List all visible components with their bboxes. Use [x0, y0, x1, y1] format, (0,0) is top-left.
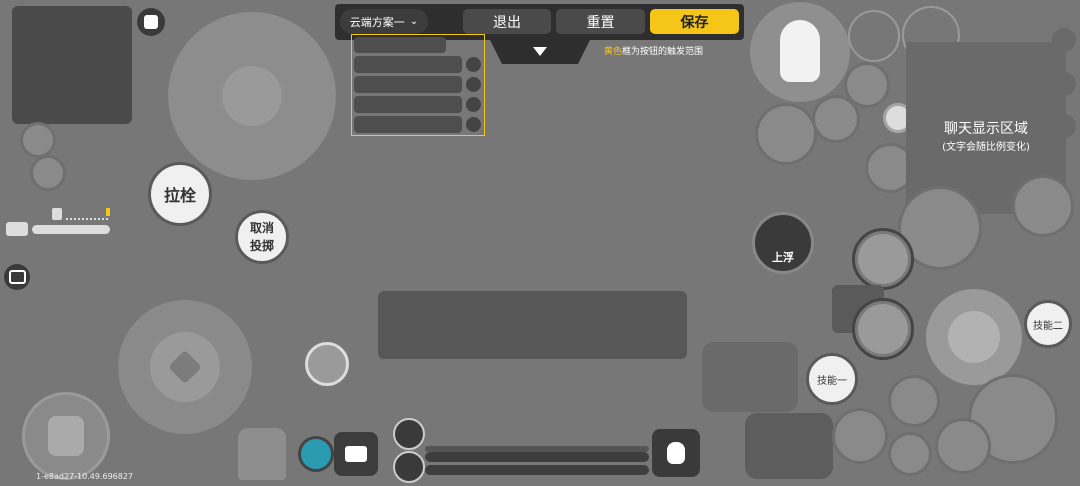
aim-button[interactable]: [750, 2, 850, 102]
scheme-label: 云端方案一: [349, 15, 405, 29]
chat-subtitle: (文字会随比例变化): [942, 142, 1030, 153]
health-bar: [32, 225, 110, 234]
weapon-slot-4[interactable]: [354, 116, 462, 133]
collapse-arrow-icon: [533, 47, 547, 56]
vehicle-icon: [6, 222, 28, 236]
ammo-bar-2: [425, 465, 649, 475]
cancel-throw-line1: 取消: [249, 221, 274, 235]
mic-icon[interactable]: [1052, 114, 1076, 138]
ghost-icon: [780, 20, 820, 82]
lungs-icon[interactable]: [305, 342, 349, 386]
bullet-icon: [222, 66, 282, 126]
seat-icon: [948, 311, 1000, 363]
crouch-stance-button[interactable]: [852, 298, 914, 360]
sprint-icon[interactable]: [20, 122, 56, 158]
medkit-button[interactable]: [334, 432, 378, 476]
skill-two-button[interactable]: 技能二: [1024, 300, 1072, 348]
right-fire-button[interactable]: [926, 289, 1022, 385]
medkit-icon: [345, 446, 367, 462]
weapon-slot-1[interactable]: [354, 56, 462, 73]
weapon-slots-panel[interactable]: [351, 34, 485, 136]
emote-icon[interactable]: [137, 8, 165, 36]
chevron-down-icon: ⌄: [409, 16, 419, 27]
weapon-slot-3[interactable]: [354, 96, 462, 113]
slot-dot-2: [466, 77, 481, 92]
grenade-button[interactable]: [652, 429, 700, 477]
climb-up-button[interactable]: [852, 228, 914, 290]
robot-icon[interactable]: [888, 432, 932, 476]
settings-gear-icon[interactable]: [1052, 28, 1076, 52]
ammo-bar-1: [425, 452, 649, 462]
cancel-throw-button[interactable]: 取消 投掷: [235, 210, 289, 264]
chat-title: 聊天显示区域: [944, 121, 1028, 137]
grenade-icon: [667, 442, 685, 464]
minimap-panel[interactable]: [12, 6, 132, 124]
peek-right-button[interactable]: [812, 95, 860, 143]
slot-dot-3: [466, 97, 481, 112]
crosshair-icon-1[interactable]: [848, 10, 900, 62]
scheme-select[interactable]: 云端方案一 ⌄: [340, 9, 428, 34]
movement-joystick[interactable]: [118, 300, 252, 434]
float-up-button[interactable]: 上浮: [752, 212, 814, 274]
backpack-button[interactable]: [22, 392, 110, 480]
reset-button[interactable]: 重置: [556, 9, 645, 34]
screenshot-camera-icon[interactable]: [4, 264, 30, 290]
lean-button[interactable]: [888, 375, 940, 427]
build-id: 1-e8ad27-10.49.696827: [36, 472, 134, 481]
pull-bolt-button[interactable]: 拉栓: [148, 162, 212, 226]
map-pin-icon[interactable]: [832, 408, 888, 464]
exit-button[interactable]: 退出: [463, 9, 551, 34]
slot-dot-4: [466, 117, 481, 132]
save-button[interactable]: 保存: [650, 9, 739, 34]
rush-button[interactable]: [935, 418, 991, 474]
helmet-icon: [393, 418, 425, 450]
center-info-panel: [378, 291, 687, 359]
armor-icon: [298, 436, 334, 472]
fire-button-area[interactable]: [168, 12, 336, 180]
prone-button[interactable]: [702, 342, 798, 412]
slot-dot-1: [466, 57, 481, 72]
crouch-button[interactable]: [238, 428, 286, 480]
vest-icon: [393, 451, 425, 483]
fuel-indicator: [52, 208, 110, 220]
backpack-icon: [48, 416, 84, 456]
exit-vehicle-icon[interactable]: [30, 155, 66, 191]
hint-body: 框为按钮的触发范围: [622, 47, 704, 57]
weapon-slot-2[interactable]: [354, 76, 462, 93]
speaker-icon[interactable]: [1052, 72, 1076, 96]
weapon-slot-top[interactable]: [354, 37, 446, 53]
jump-button[interactable]: [745, 413, 833, 479]
hint-text: 黄色框为按钮的触发范围: [604, 44, 703, 57]
skill-one-button[interactable]: 技能一: [806, 353, 858, 405]
swim-button[interactable]: [1012, 175, 1074, 237]
scope-button[interactable]: [755, 103, 817, 165]
hint-highlight: 黄色: [604, 47, 623, 57]
cancel-throw-line2: 投掷: [249, 239, 274, 253]
toolbar-collapse-tab[interactable]: [490, 40, 590, 64]
